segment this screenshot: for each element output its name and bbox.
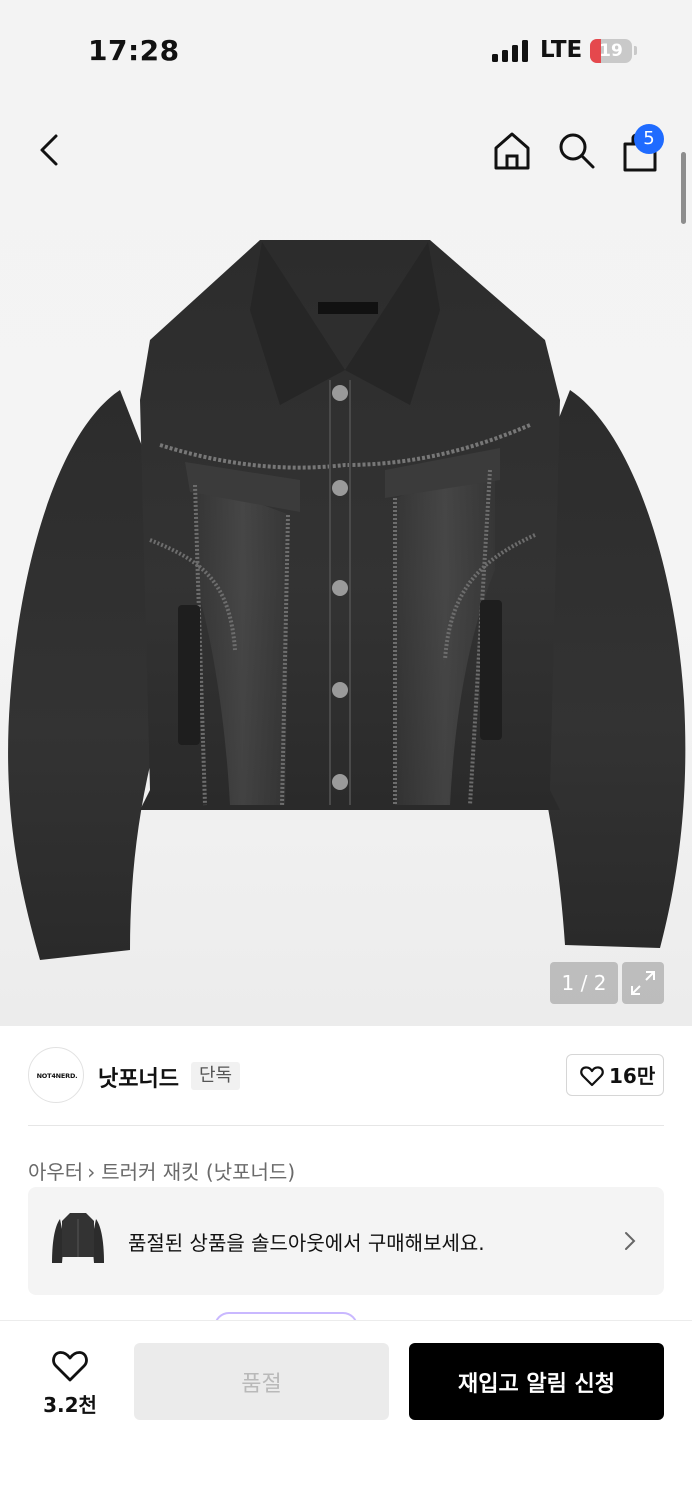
brand-name[interactable]: 낫포너드	[98, 1061, 179, 1093]
restock-alert-button[interactable]: 재입고 알림 신청	[409, 1343, 664, 1420]
home-icon[interactable]	[490, 128, 534, 172]
status-bar: 17:28 LTE 19	[0, 0, 692, 100]
exclusive-badge: 단독	[191, 1062, 241, 1090]
scrollbar[interactable]	[681, 152, 686, 224]
network-type: LTE	[540, 37, 583, 63]
breadcrumb: 아우터 › 트러커 재킷 (낫포너드)	[28, 1156, 295, 1185]
brand-logo[interactable]: NOT4NERD.	[28, 1047, 84, 1103]
brand-like-button[interactable]: 16만	[566, 1054, 664, 1096]
brand-like-count: 16만	[609, 1064, 656, 1088]
product-image-gallery[interactable]: 1 / 2	[0, 100, 692, 1026]
brand-logo-text: NOT4NERD.	[36, 1072, 78, 1080]
breadcrumb-category[interactable]: 아우터	[28, 1160, 83, 1184]
wishlist-count: 3.2천	[43, 1393, 97, 1417]
soldout-banner[interactable]: 품절된 상품을 솔드아웃에서 구매해보세요.	[28, 1187, 664, 1295]
chevron-right-icon	[625, 1232, 636, 1250]
wishlist-button[interactable]: 3.2천	[30, 1345, 110, 1425]
brand-row: NOT4NERD. 낫포너드 단독 16만	[0, 1026, 692, 1126]
product-image	[8, 240, 686, 960]
chevron-right-icon: ›	[87, 1160, 96, 1184]
heart-icon	[52, 1351, 88, 1382]
status-time: 17:28	[88, 34, 180, 67]
heart-icon	[580, 1066, 604, 1087]
bottom-action-bar: 3.2천 품절 재입고 알림 신청	[0, 1320, 692, 1500]
divider	[28, 1125, 664, 1126]
product-thumbnail	[52, 1213, 104, 1263]
cart-count-badge: 5	[634, 124, 664, 154]
search-icon[interactable]	[554, 128, 598, 172]
expand-icon[interactable]	[622, 962, 664, 1004]
signal-icon	[492, 40, 530, 62]
image-counter: 1 / 2	[550, 962, 618, 1004]
battery-tip	[634, 46, 637, 55]
battery-level: 19	[599, 41, 623, 61]
breadcrumb-product: 트러커 재킷 (낫포너드)	[101, 1160, 296, 1184]
battery-icon: 19	[590, 39, 632, 63]
back-button[interactable]	[30, 130, 70, 170]
soldout-button[interactable]: 품절	[134, 1343, 389, 1420]
soldout-banner-text: 품절된 상품을 솔드아웃에서 구매해보세요.	[128, 1231, 485, 1255]
